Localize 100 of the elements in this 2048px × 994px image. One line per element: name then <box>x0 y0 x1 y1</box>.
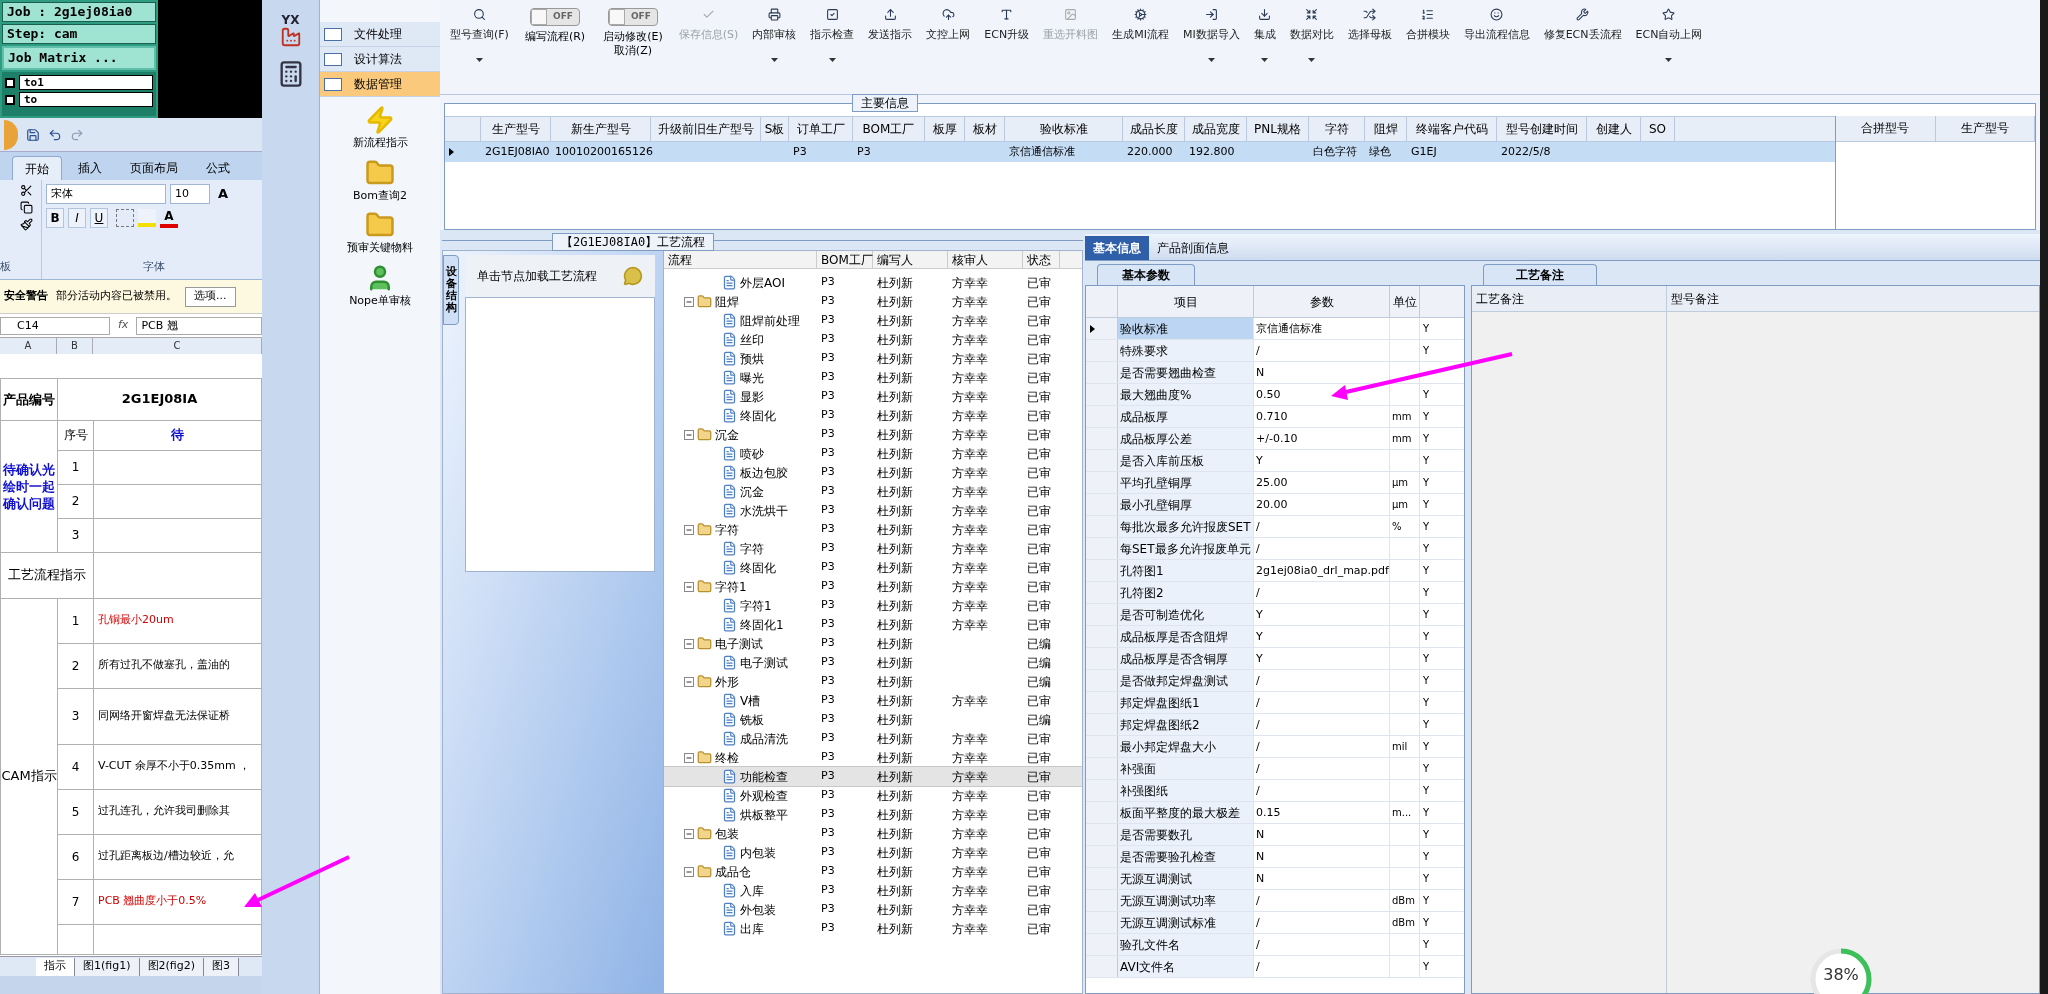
toolbar-button[interactable]: ECN自动上网 <box>1629 8 1709 74</box>
param-row[interactable]: 最小邦定焊盘大小 / mil Y <box>1086 736 1464 758</box>
param-row[interactable]: 邦定焊盘图纸1 / Y <box>1086 692 1464 714</box>
collapse-icon[interactable] <box>684 676 694 687</box>
toolbar-button[interactable]: 生成MI流程 <box>1106 8 1175 74</box>
subtab[interactable]: 基本参数 <box>1097 264 1195 285</box>
param-row[interactable]: 验孔文件名 / Y <box>1086 934 1464 956</box>
cut-icon[interactable] <box>20 184 33 197</box>
ribbon-tab[interactable]: 插入 <box>66 156 114 180</box>
tree-row[interactable]: 外观检查 P3 杜列新 方幸幸 已审 <box>664 786 1082 805</box>
toggle-switch[interactable]: OFF <box>607 8 658 26</box>
param-row[interactable]: 是否做邦定焊盘测试 / Y <box>1086 670 1464 692</box>
param-row[interactable]: 最大翘曲度% 0.50 Y <box>1086 384 1464 406</box>
table-row[interactable]: 2G1EJ08IA0 10010200165126 P3 P3 京信通信标准 220.000 192.800 白色字符 绿色 G1EJ 2022/5/8 <box>445 142 1835 162</box>
toolbar-button[interactable]: 型号查询(F) <box>444 8 515 74</box>
format-button[interactable]: B <box>46 208 64 228</box>
tree-row[interactable]: 成品仓 P3 杜列新 方幸幸 已审 <box>664 862 1082 881</box>
collapse-icon[interactable] <box>684 296 694 307</box>
param-row[interactable]: 补强面 / Y <box>1086 758 1464 780</box>
collapse-icon[interactable] <box>684 429 694 440</box>
redo-icon[interactable] <box>70 127 84 142</box>
tree-row[interactable]: 预烘 P3 杜列新 方幸幸 已审 <box>664 349 1082 368</box>
toolbar-button[interactable]: 指示检查 <box>804 8 861 74</box>
tree-row[interactable]: 显影 P3 杜列新 方幸幸 已审 <box>664 387 1082 406</box>
ribbon-tab[interactable]: 页面布局 <box>118 156 190 180</box>
tree-row[interactable]: 字符1 P3 杜列新 方幸幸 已审 <box>664 577 1082 596</box>
tree-row[interactable]: 丝印 P3 杜列新 方幸幸 已审 <box>664 330 1082 349</box>
fill-color-icon[interactable] <box>138 209 156 227</box>
param-row[interactable]: 是否入库前压板 Y Y <box>1086 450 1464 472</box>
name-box[interactable]: C14 <box>0 316 110 335</box>
param-row[interactable]: 无源互调测试标准 / dBm Y <box>1086 912 1464 934</box>
tree-row[interactable]: 曝光 P3 杜列新 方幸幸 已审 <box>664 368 1082 387</box>
toolbar-button[interactable]: 导出流程信息 <box>1457 8 1536 74</box>
grow-font-button[interactable]: A <box>214 184 232 204</box>
tree-row[interactable]: 板边包胶 P3 杜列新 方幸幸 已审 <box>664 463 1082 482</box>
collapse-icon[interactable] <box>684 866 694 877</box>
toolbar-button[interactable]: 内部审核 <box>746 8 803 74</box>
sheet-tab[interactable]: 指示 <box>36 957 75 976</box>
tree-row[interactable]: 电子测试 P3 杜列新 已编 <box>664 634 1082 653</box>
param-row[interactable]: 成品板厚 0.710 mm Y <box>1086 406 1464 428</box>
toggle-switch[interactable]: OFF <box>530 8 581 26</box>
font-name-field[interactable]: 宋体 <box>46 184 166 204</box>
param-row[interactable]: 最小孔壁铜厚 20.00 μm Y <box>1086 494 1464 516</box>
job-matrix-button[interactable]: Job Matrix ... <box>2 46 156 70</box>
layer-checkbox[interactable] <box>5 94 15 105</box>
tree-row[interactable]: 阻焊前处理 P3 杜列新 方幸幸 已审 <box>664 311 1082 330</box>
borders-icon[interactable] <box>116 209 134 227</box>
format-painter-icon[interactable] <box>20 218 33 231</box>
tree-row[interactable]: 出库 P3 杜列新 方幸幸 已审 <box>664 919 1082 938</box>
tree-row[interactable]: 外形 P3 杜列新 已编 <box>664 672 1082 691</box>
param-row[interactable]: 邦定焊盘图纸2 / Y <box>1086 714 1464 736</box>
collapse-icon[interactable] <box>684 581 694 592</box>
vertical-tab[interactable]: 设备结构 <box>443 255 459 325</box>
subtab[interactable]: 工艺备注 <box>1483 264 1597 285</box>
tree-row[interactable]: 功能检查 P3 杜列新 方幸幸 已审 <box>664 767 1082 786</box>
collapse-icon[interactable] <box>684 752 694 763</box>
sheet-tab[interactable]: 图1(fig1) <box>75 957 140 976</box>
copy-icon[interactable] <box>20 201 33 214</box>
param-row[interactable]: 成品板厚公差 +/-0.10 mm Y <box>1086 428 1464 450</box>
tree-row[interactable]: 入库 P3 杜列新 方幸幸 已审 <box>664 881 1082 900</box>
param-row[interactable]: 成品板厚是否含阻焊 Y Y <box>1086 626 1464 648</box>
tree-row[interactable]: 沉金 P3 杜列新 方幸幸 已审 <box>664 482 1082 501</box>
tree-row[interactable]: 水洗烘干 P3 杜列新 方幸幸 已审 <box>664 501 1082 520</box>
param-row[interactable]: 孔符图2 / Y <box>1086 582 1464 604</box>
tree-row[interactable]: 字符1 P3 杜列新 方幸幸 已审 <box>664 596 1082 615</box>
tab[interactable]: 基本信息 <box>1085 236 1149 260</box>
tree-row[interactable]: 字符 P3 杜列新 方幸幸 已审 <box>664 539 1082 558</box>
param-row[interactable]: 是否需要验孔检查 N Y <box>1086 846 1464 868</box>
toolbar-button[interactable]: 发送指示 <box>862 8 919 74</box>
tree-row[interactable]: 阻焊 P3 杜列新 方幸幸 已审 <box>664 292 1082 311</box>
tree-row[interactable]: 字符 P3 杜列新 方幸幸 已审 <box>664 520 1082 539</box>
toolbar-button[interactable]: 文控上网 <box>920 8 977 74</box>
tree-row[interactable]: 终检 P3 杜列新 方幸幸 已审 <box>664 748 1082 767</box>
layer-checkbox[interactable] <box>5 77 15 88</box>
toolbar-button[interactable]: 合拼模块 <box>1399 8 1456 74</box>
toolbar-button[interactable]: MI数据导入 <box>1176 8 1246 74</box>
param-row[interactable]: 是否需要翘曲检查 N <box>1086 362 1464 384</box>
font-color-button[interactable]: A <box>160 208 178 228</box>
save-icon[interactable] <box>26 127 40 142</box>
app-logo[interactable]: YX <box>279 14 302 48</box>
collapse-icon[interactable] <box>684 828 694 839</box>
tree-row[interactable]: 喷砂 P3 杜列新 方幸幸 已审 <box>664 444 1082 463</box>
toolbar-button[interactable]: 修复ECN丢流程 <box>1537 8 1628 74</box>
param-row[interactable]: 是否需要数孔 N Y <box>1086 824 1464 846</box>
tab[interactable]: 产品剖面信息 <box>1149 236 1237 260</box>
formula-field[interactable]: PCB 翘 <box>136 316 262 335</box>
format-button[interactable]: I <box>68 208 86 228</box>
param-row[interactable]: 每SET最多允许报废单元 / Y <box>1086 538 1464 560</box>
tree-row[interactable]: 沉金 P3 杜列新 方幸幸 已审 <box>664 425 1082 444</box>
nav-item[interactable]: 文件处理 <box>320 22 440 47</box>
tool-button[interactable]: Nope单审核 <box>349 262 411 309</box>
ribbon-tab[interactable]: 公式 <box>194 156 242 180</box>
toolbar-button[interactable]: 集成 <box>1247 8 1282 74</box>
tool-button[interactable]: 新流程指示 <box>352 105 408 152</box>
tree-row[interactable]: 成品清洗 P3 杜列新 方幸幸 已审 <box>664 729 1082 748</box>
collapse-icon[interactable] <box>684 524 694 535</box>
ribbon-tab[interactable]: 开始 <box>12 156 62 180</box>
tree-row[interactable]: 终固化 P3 杜列新 方幸幸 已审 <box>664 406 1082 425</box>
tree-row[interactable]: 终固化 P3 杜列新 方幸幸 已审 <box>664 558 1082 577</box>
tree-row[interactable]: 外层AOI P3 杜列新 方幸幸 已审 <box>664 273 1082 292</box>
